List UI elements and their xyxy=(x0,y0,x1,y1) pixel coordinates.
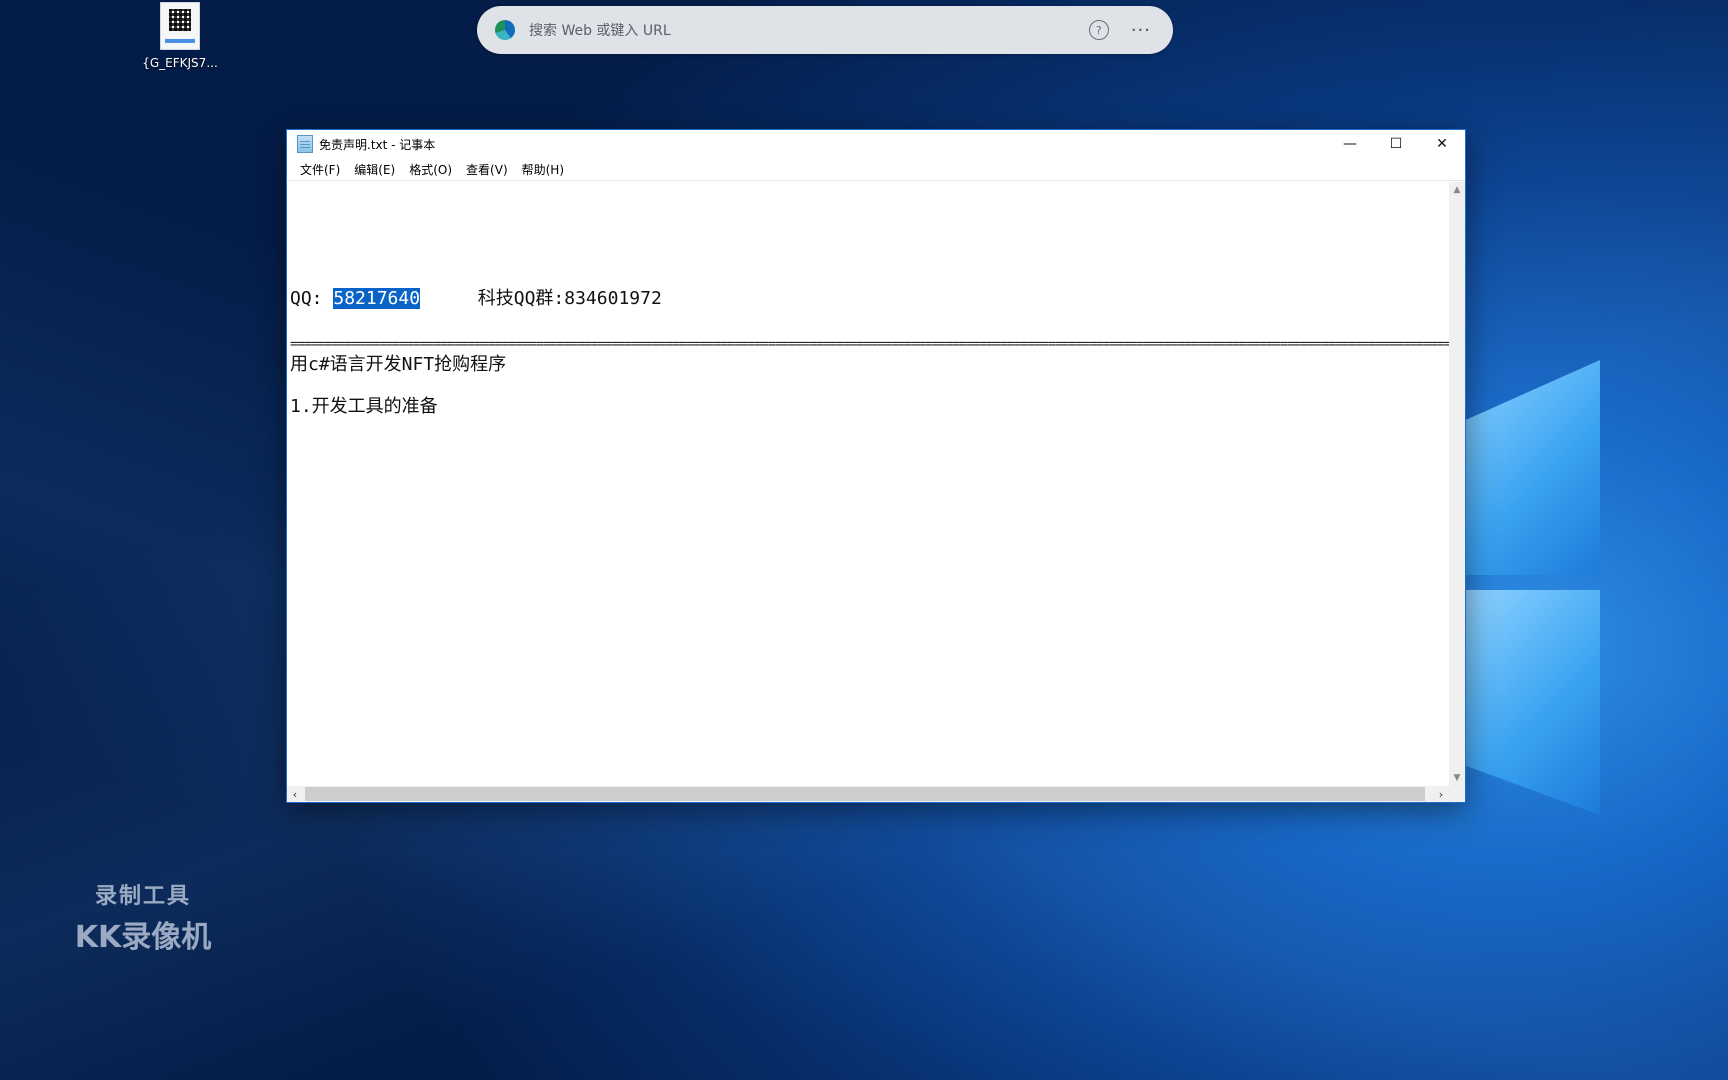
horizontal-scroll-thumb[interactable] xyxy=(305,787,1425,801)
menu-view[interactable]: 查看(V) xyxy=(459,159,515,180)
title-line: 用c#语言开发NFT抢购程序 xyxy=(290,354,507,375)
help-icon[interactable]: ? xyxy=(1088,20,1109,40)
notepad-icon xyxy=(297,135,313,153)
scroll-left-icon[interactable]: ‹ xyxy=(287,786,303,802)
qq-group-text: 科技QQ群:834601972 xyxy=(477,288,662,309)
separator-line: ========================================… xyxy=(290,337,1449,347)
text-editor[interactable]: QQ: 58217640 科技QQ群:834601972 ===========… xyxy=(287,182,1449,786)
title-bar[interactable]: 免责声明.txt - 记事本 — ☐ ✕ xyxy=(287,130,1465,158)
maximize-button[interactable]: ☐ xyxy=(1373,130,1419,158)
vertical-scrollbar[interactable]: ▲ ▼ xyxy=(1449,182,1465,786)
window-title: 免责声明.txt - 记事本 xyxy=(319,137,436,152)
desktop-file-label: {G_EFKJS7... xyxy=(142,56,218,70)
selected-qq-number[interactable]: 58217640 xyxy=(333,288,421,309)
horizontal-scrollbar[interactable]: ‹ › xyxy=(287,786,1449,802)
resize-grip[interactable] xyxy=(1449,786,1465,802)
qq-line: QQ: 58217640 科技QQ群:834601972 xyxy=(290,284,662,310)
scroll-down-icon[interactable]: ▼ xyxy=(1449,770,1465,786)
menu-file[interactable]: 文件(F) xyxy=(293,159,347,180)
recorder-watermark: 录制工具 KK录像机 xyxy=(68,878,218,956)
more-options-icon[interactable]: ··· xyxy=(1131,20,1151,41)
edge-icon xyxy=(495,20,515,40)
watermark-line2: KK录像机 xyxy=(74,920,212,955)
scroll-right-icon[interactable]: › xyxy=(1433,786,1449,802)
item-line-1: 1.开发工具的准备 xyxy=(290,396,438,417)
windows-logo-pane-bottom xyxy=(1465,590,1600,815)
notepad-window: 免责声明.txt - 记事本 — ☐ ✕ 文件(F) 编辑(E) 格式(O) 查… xyxy=(286,129,1466,803)
search-input[interactable]: 搜索 Web 或键入 URL xyxy=(529,20,1089,40)
windows-logo-pane-top xyxy=(1465,360,1600,575)
menu-edit[interactable]: 编辑(E) xyxy=(347,159,402,180)
browser-search-bar[interactable]: 搜索 Web 或键入 URL ? ··· xyxy=(477,6,1173,54)
menu-help[interactable]: 帮助(H) xyxy=(515,159,571,180)
scroll-up-icon[interactable]: ▲ xyxy=(1449,182,1465,198)
desktop-file-icon[interactable]: {G_EFKJS7... xyxy=(140,2,220,70)
watermark-line1: 录制工具 xyxy=(94,884,191,909)
menu-format[interactable]: 格式(O) xyxy=(402,159,459,180)
minimize-button[interactable]: — xyxy=(1327,130,1373,158)
qq-label: QQ: xyxy=(290,288,323,309)
menu-bar: 文件(F) 编辑(E) 格式(O) 查看(V) 帮助(H) xyxy=(287,158,1465,181)
close-button[interactable]: ✕ xyxy=(1419,130,1465,158)
image-file-icon xyxy=(160,2,200,50)
